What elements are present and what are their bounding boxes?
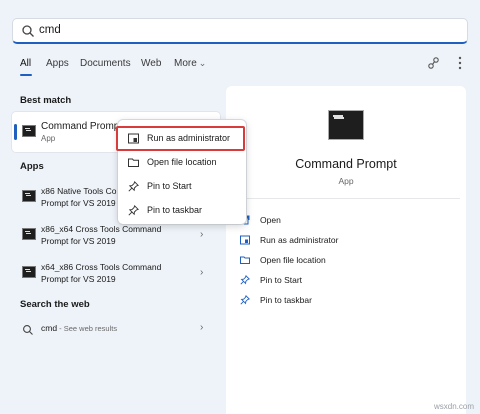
app-item-line1: x64_x86 Cross Tools Command	[41, 262, 162, 272]
highlight-box	[116, 126, 245, 151]
app-item-line2: Prompt for VS 2019	[41, 274, 116, 284]
ctx-label: Pin to taskbar	[147, 205, 203, 215]
list-item[interactable]: x64_x86 Cross Tools Command Prompt for V…	[12, 259, 220, 289]
search-web-heading: Search the web	[20, 299, 90, 310]
action-label: Pin to Start	[260, 275, 303, 285]
web-query: cmd	[41, 323, 58, 333]
apps-heading: Apps	[20, 161, 44, 172]
folder-icon	[240, 255, 250, 265]
search-icon	[22, 323, 34, 335]
pin-icon	[128, 181, 139, 192]
search-box[interactable]: cmd	[12, 18, 468, 44]
detail-title: Command Prompt	[295, 157, 397, 171]
tab-active-indicator	[20, 74, 32, 76]
tab-all[interactable]: All	[20, 58, 31, 69]
pin-icon	[128, 205, 139, 216]
search-input[interactable]: cmd	[39, 24, 61, 36]
ctx-open-file-location[interactable]: Open file location	[124, 156, 242, 170]
action-label: Open file location	[260, 255, 326, 265]
best-match-title: Command Prompt	[41, 121, 123, 132]
app-item-line2: Prompt for VS 2019	[41, 236, 116, 246]
pin-icon	[240, 275, 250, 285]
shield-window-icon	[240, 235, 250, 245]
ctx-label: Pin to Start	[147, 181, 192, 191]
list-item[interactable]: x86_x64 Cross Tools Command Prompt for V…	[12, 221, 220, 251]
tab-documents[interactable]: Documents	[80, 58, 131, 69]
detail-subtitle: App	[338, 176, 354, 186]
action-pin-to-start[interactable]: Pin to Start	[240, 274, 460, 288]
divider	[232, 198, 460, 199]
watermark: wsxdn.com	[433, 402, 474, 411]
share-icon[interactable]	[426, 55, 442, 71]
web-suffix: - See web results	[57, 324, 118, 333]
command-prompt-large-icon	[328, 110, 364, 140]
action-open-file-location[interactable]: Open file location	[240, 254, 460, 268]
command-prompt-icon	[22, 190, 36, 202]
action-pin-to-taskbar[interactable]: Pin to taskbar	[240, 294, 460, 308]
chevron-down-icon: ⌄	[198, 58, 207, 68]
command-prompt-icon	[22, 125, 36, 137]
folder-icon	[128, 157, 139, 168]
ctx-label: Open file location	[147, 157, 217, 167]
tab-web[interactable]: Web	[141, 58, 161, 69]
more-options-icon[interactable]	[452, 55, 468, 71]
best-match-heading: Best match	[20, 95, 72, 106]
best-match-subtitle: App	[41, 134, 56, 143]
chevron-right-icon[interactable]: ›	[200, 322, 203, 333]
command-prompt-icon	[22, 266, 36, 278]
search-icon	[21, 24, 35, 38]
app-item-line1: x86_x64 Cross Tools Command	[41, 224, 162, 234]
command-prompt-icon	[22, 228, 36, 240]
ctx-pin-to-taskbar[interactable]: Pin to taskbar	[124, 204, 242, 218]
tab-more[interactable]: More ⌄	[174, 58, 206, 69]
chevron-right-icon[interactable]: ›	[200, 229, 203, 240]
web-search-text: cmd - See web results	[41, 323, 117, 333]
tab-apps[interactable]: Apps	[46, 58, 69, 69]
action-run-as-admin[interactable]: Run as administrator	[240, 234, 460, 248]
web-search-item[interactable]: cmd - See web results ›	[12, 318, 220, 340]
selection-indicator	[14, 124, 17, 140]
ctx-pin-to-start[interactable]: Pin to Start	[124, 180, 242, 194]
tab-more-label: More	[174, 58, 197, 69]
action-open[interactable]: Open	[240, 214, 460, 228]
action-label: Run as administrator	[260, 235, 339, 245]
pin-icon	[240, 295, 250, 305]
action-label: Open	[260, 215, 281, 225]
action-label: Pin to taskbar	[260, 295, 312, 305]
chevron-right-icon[interactable]: ›	[200, 267, 203, 278]
